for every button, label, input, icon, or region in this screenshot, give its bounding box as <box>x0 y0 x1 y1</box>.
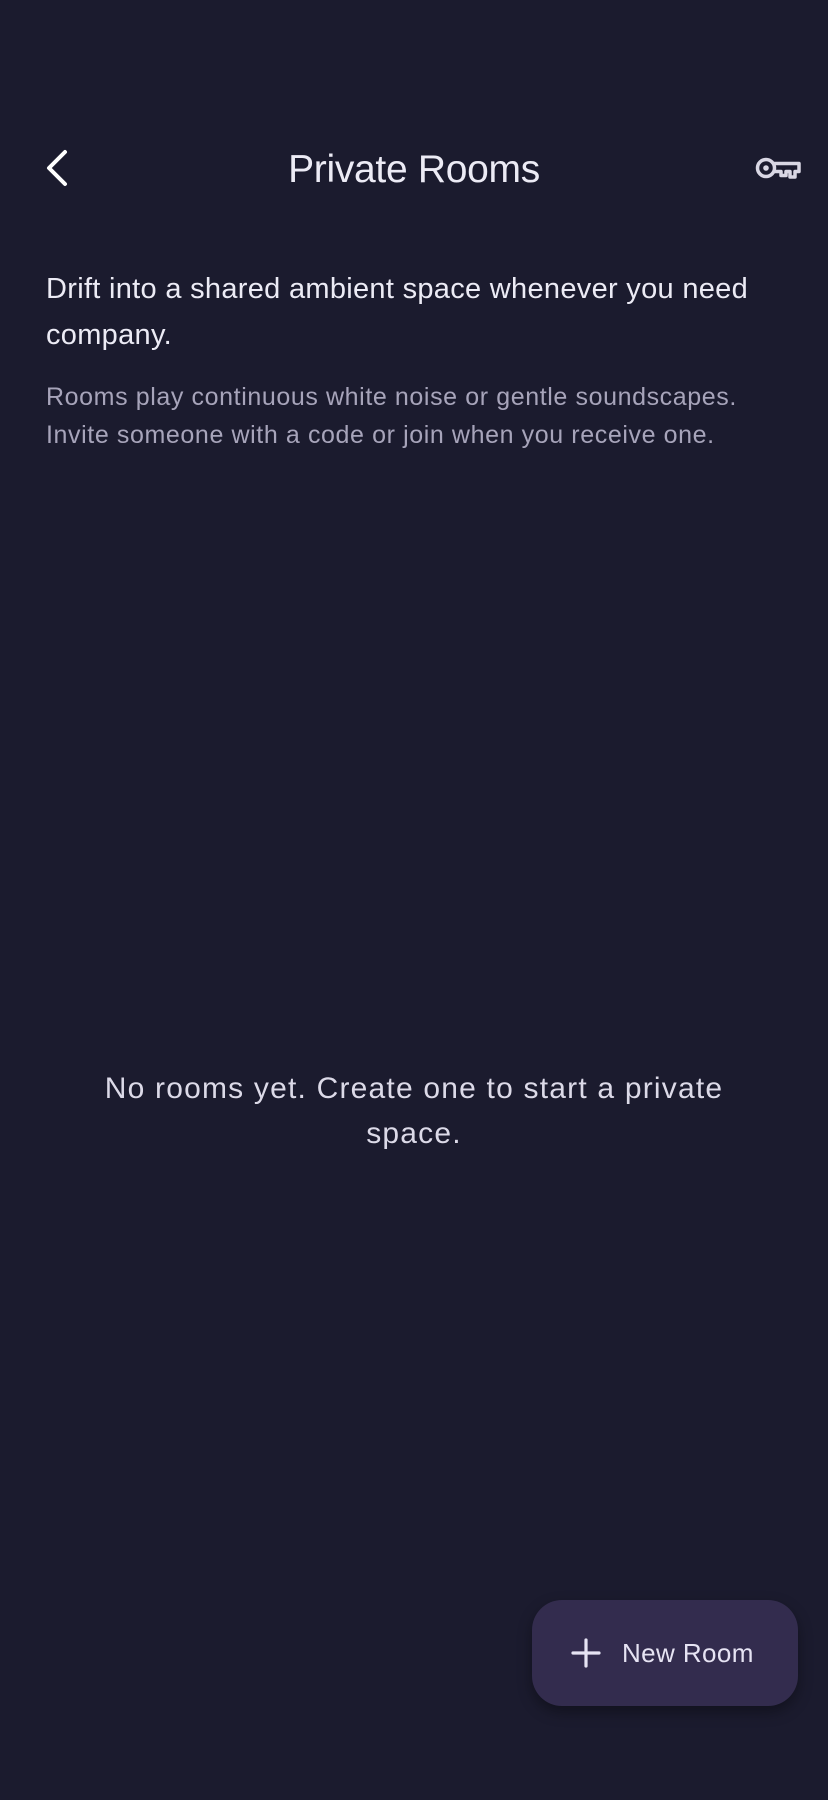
join-with-code-button[interactable] <box>746 140 812 200</box>
page-title: Private Rooms <box>288 148 540 191</box>
intro-section: Drift into a shared ambient space whenev… <box>46 266 786 454</box>
intro-headline: Drift into a shared ambient space whenev… <box>46 273 749 351</box>
app-bar: Private Rooms <box>0 130 828 210</box>
back-button[interactable] <box>28 140 88 200</box>
chevron-left-icon <box>43 148 73 193</box>
key-icon <box>755 152 803 189</box>
new-room-label: New Room <box>622 1637 754 1668</box>
plus-icon <box>570 1637 602 1669</box>
new-room-button[interactable]: New Room <box>532 1600 798 1706</box>
empty-state-message: No rooms yet. Create one to start a priv… <box>104 1072 724 1150</box>
intro-description: Rooms play continuous white noise or gen… <box>46 383 737 449</box>
